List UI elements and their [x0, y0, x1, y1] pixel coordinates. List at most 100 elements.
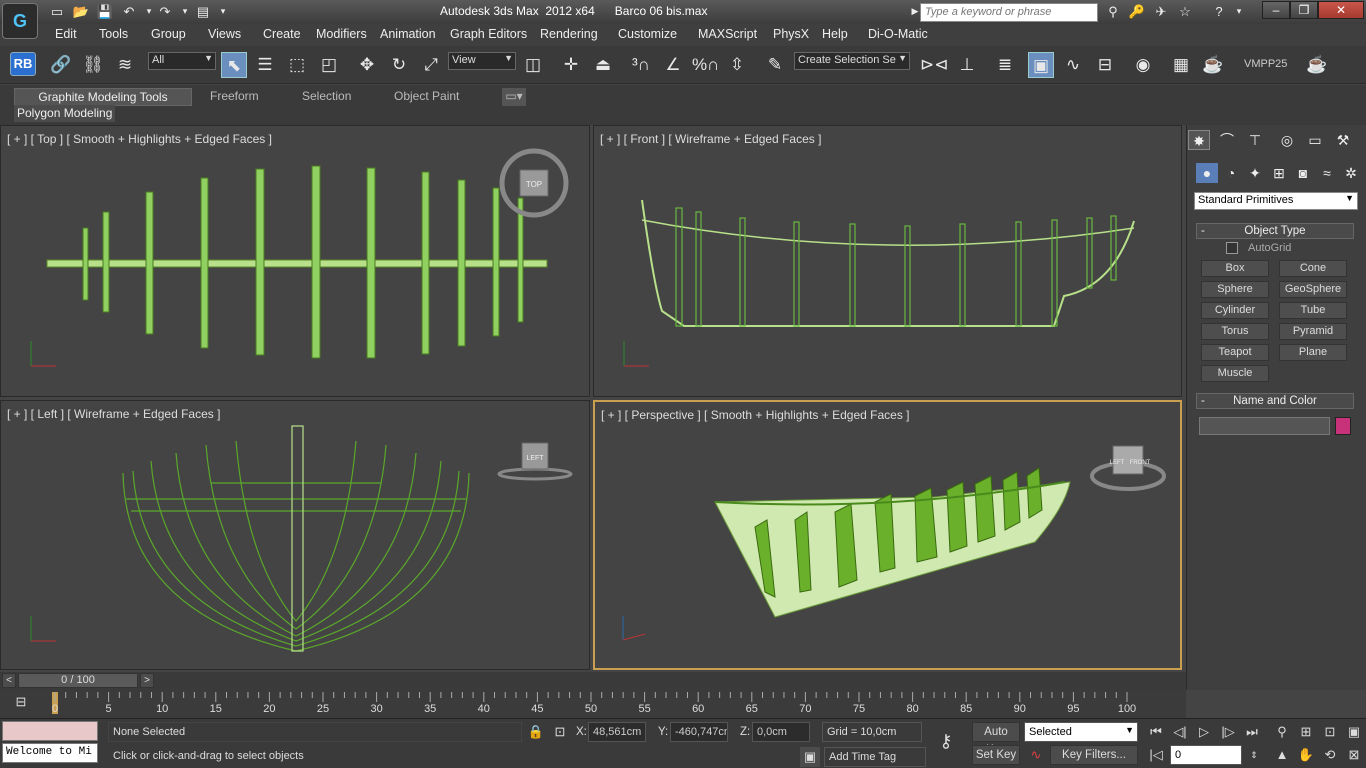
cone-button[interactable]: Cone	[1279, 260, 1347, 277]
maxscript-listener-pink[interactable]	[2, 721, 98, 741]
communication-center-icon[interactable]: ✈	[1152, 3, 1170, 20]
render-setup-icon[interactable]: ▦	[1168, 52, 1194, 78]
plane-button[interactable]: Plane	[1279, 344, 1347, 361]
project-dropdown-icon[interactable]: ▾	[214, 3, 232, 20]
vmpp-label[interactable]: VMPP25	[1244, 58, 1287, 70]
object-color-swatch[interactable]	[1335, 417, 1351, 435]
rb-button[interactable]: RB	[10, 52, 36, 76]
utilities-tab-icon[interactable]: ⚒	[1332, 130, 1354, 150]
curve-editor-icon[interactable]: ∿	[1060, 52, 1086, 78]
key-filters-button[interactable]: Key Filters...	[1050, 745, 1138, 765]
menu-tools[interactable]: Tools	[99, 27, 128, 41]
menu-animation[interactable]: Animation	[380, 27, 436, 41]
time-tag-icon[interactable]: ▣	[800, 747, 820, 767]
menu-views[interactable]: Views	[208, 27, 241, 41]
viewport-top[interactable]: TOP [ + ] [ Top ] [ Smooth + Highlights …	[0, 125, 590, 397]
menu-help[interactable]: Help	[822, 27, 848, 41]
menu-group[interactable]: Group	[151, 27, 186, 41]
help-dropdown-icon[interactable]: ▾	[1230, 3, 1248, 20]
next-frame-arrow-icon[interactable]: >	[140, 673, 154, 688]
menu-maxscript[interactable]: MAXScript	[698, 27, 757, 41]
tube-button[interactable]: Tube	[1279, 302, 1347, 319]
lights-icon[interactable]: ✦	[1244, 163, 1266, 183]
next-frame-icon[interactable]: |▷	[1218, 722, 1238, 742]
pivot-center-icon[interactable]: ◫	[520, 52, 546, 78]
pyramid-button[interactable]: Pyramid	[1279, 323, 1347, 340]
menu-customize[interactable]: Customize	[618, 27, 677, 41]
layer-manager-icon[interactable]: ≣	[992, 52, 1018, 78]
keyboard-shortcut-override-icon[interactable]: ⏏	[590, 52, 616, 78]
tab-selection[interactable]: Selection	[302, 88, 351, 106]
window-crossing-icon[interactable]: ◰	[316, 52, 342, 78]
polygon-modeling-panel[interactable]: Polygon Modeling	[14, 105, 116, 122]
cylinder-button[interactable]: Cylinder	[1201, 302, 1269, 319]
primitive-category-select[interactable]: Standard Primitives ▼	[1194, 192, 1358, 210]
modify-tab-icon[interactable]: ⌒	[1216, 130, 1238, 150]
set-key-button[interactable]: Set Key	[972, 745, 1020, 765]
frame-spinner-icon[interactable]: ⇕	[1244, 745, 1264, 765]
reference-coordinate-select[interactable]: View ▼	[448, 52, 516, 70]
viewport-left[interactable]: LEFT [ + ] [ Left ] [ Wireframe + Edged …	[0, 400, 590, 670]
tab-object-paint[interactable]: Object Paint	[394, 88, 459, 106]
angle-snap-icon[interactable]: ∠	[660, 52, 686, 78]
redo-icon[interactable]: ↷	[156, 3, 174, 20]
tab-freeform[interactable]: Freeform	[210, 88, 259, 106]
geosphere-button[interactable]: GeoSphere	[1279, 281, 1347, 298]
redo-dropdown-icon[interactable]: ▾	[176, 3, 194, 20]
select-object-icon[interactable]: ⬉	[221, 52, 247, 78]
orbit-icon[interactable]: ⟲	[1320, 745, 1340, 765]
x-coordinate-field[interactable]: 48,561cm	[588, 722, 646, 742]
percent-snap-icon[interactable]: %∩	[692, 52, 719, 78]
unlink-selection-icon[interactable]: ⛓	[80, 52, 106, 78]
key-mode-select[interactable]: Selected ▼	[1024, 722, 1138, 742]
key-filter-curve-icon[interactable]: ∿	[1026, 745, 1046, 765]
cameras-icon[interactable]: ⊞	[1268, 163, 1290, 183]
bind-to-space-warp-icon[interactable]: ≋	[112, 52, 138, 78]
current-frame-field[interactable]: 0	[1170, 745, 1242, 765]
select-and-manipulate-icon[interactable]: ✛	[558, 52, 584, 78]
name-color-rollout-header[interactable]: - Name and Color	[1196, 393, 1354, 409]
rectangular-selection-icon[interactable]: ⬚	[284, 52, 310, 78]
create-tab-icon[interactable]: ✸	[1188, 130, 1210, 150]
favorites-star-icon[interactable]: ☆	[1176, 3, 1194, 20]
help-icon[interactable]: ?	[1210, 3, 1228, 20]
viewport-front-label[interactable]: [ + ] [ Front ] [ Wireframe + Edged Face…	[600, 132, 821, 146]
menu-physx[interactable]: PhysX	[773, 27, 809, 41]
viewport-perspective-label[interactable]: [ + ] [ Perspective ] [ Smooth + Highlig…	[601, 408, 910, 422]
zoom-extents-icon[interactable]: ⊡	[1320, 722, 1340, 742]
shapes-icon[interactable]: ◔	[1220, 163, 1242, 183]
ribbon-options-icon[interactable]: ▭▾	[502, 88, 526, 106]
track-bar[interactable]: ⊟ 0 5 10 15 20 25 30 35 40 45 50 55 60 65 70 75 80 85 90 95…	[0, 690, 1186, 718]
torus-button[interactable]: Torus	[1201, 323, 1269, 340]
select-and-rotate-icon[interactable]: ↻	[386, 52, 412, 78]
undo-icon[interactable]: ↶	[120, 3, 138, 20]
snaps-toggle-icon[interactable]: ³∩	[628, 52, 654, 78]
add-time-tag-field[interactable]: Add Time Tag	[824, 747, 926, 767]
go-to-start-icon[interactable]: ⏮	[1146, 722, 1166, 742]
maximize-button[interactable]: ❐	[1290, 1, 1318, 19]
viewport-left-label[interactable]: [ + ] [ Left ] [ Wireframe + Edged Faces…	[7, 407, 220, 421]
play-icon[interactable]: ▷	[1194, 722, 1214, 742]
teapot-button[interactable]: Teapot	[1201, 344, 1269, 361]
graphite-toggle-icon[interactable]: ▣	[1028, 52, 1054, 78]
menu-create[interactable]: Create	[263, 27, 301, 41]
binoculars-icon[interactable]: ⚲	[1104, 3, 1122, 20]
project-folder-icon[interactable]: ▤	[194, 3, 212, 20]
menu-graph-editors[interactable]: Graph Editors	[450, 27, 527, 41]
menu-edit[interactable]: Edit	[55, 27, 77, 41]
tab-graphite-modeling-tools[interactable]: Graphite Modeling Tools	[14, 88, 192, 106]
z-coordinate-field[interactable]: 0,0cm	[752, 722, 810, 742]
menu-modifiers[interactable]: Modifiers	[316, 27, 367, 41]
previous-frame-icon[interactable]: ◁|	[1170, 722, 1190, 742]
time-slider-thumb[interactable]: 0 / 100	[18, 673, 138, 688]
geometry-icon[interactable]: ●	[1196, 163, 1218, 183]
viewport-front[interactable]: [ + ] [ Front ] [ Wireframe + Edged Face…	[593, 125, 1182, 397]
mirror-icon[interactable]: ⊳⊲	[920, 52, 949, 78]
new-file-icon[interactable]: ▭	[48, 3, 66, 20]
render-teapot-icon[interactable]: ☕	[1304, 52, 1330, 78]
go-to-end-icon[interactable]: ⏭	[1242, 722, 1262, 742]
maxscript-listener-white[interactable]: Welcome to Mi	[2, 743, 98, 763]
auto-key-button[interactable]: Auto Key	[972, 722, 1020, 756]
pan-view-icon[interactable]: ✋	[1296, 745, 1316, 765]
select-and-scale-icon[interactable]: ⤢	[418, 52, 444, 78]
